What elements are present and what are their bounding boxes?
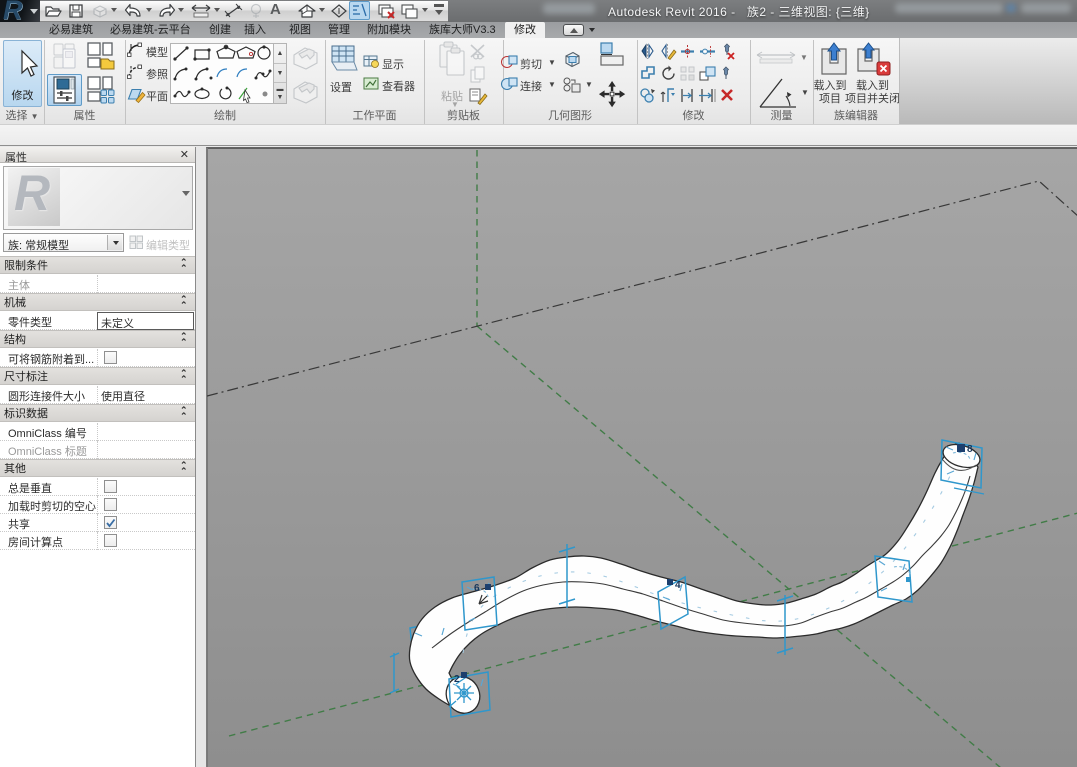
svg-text:6: 6 (474, 583, 480, 594)
svg-text:4: 4 (675, 580, 681, 591)
svg-text:8: 8 (967, 444, 973, 455)
svg-text:2: 2 (454, 674, 460, 685)
